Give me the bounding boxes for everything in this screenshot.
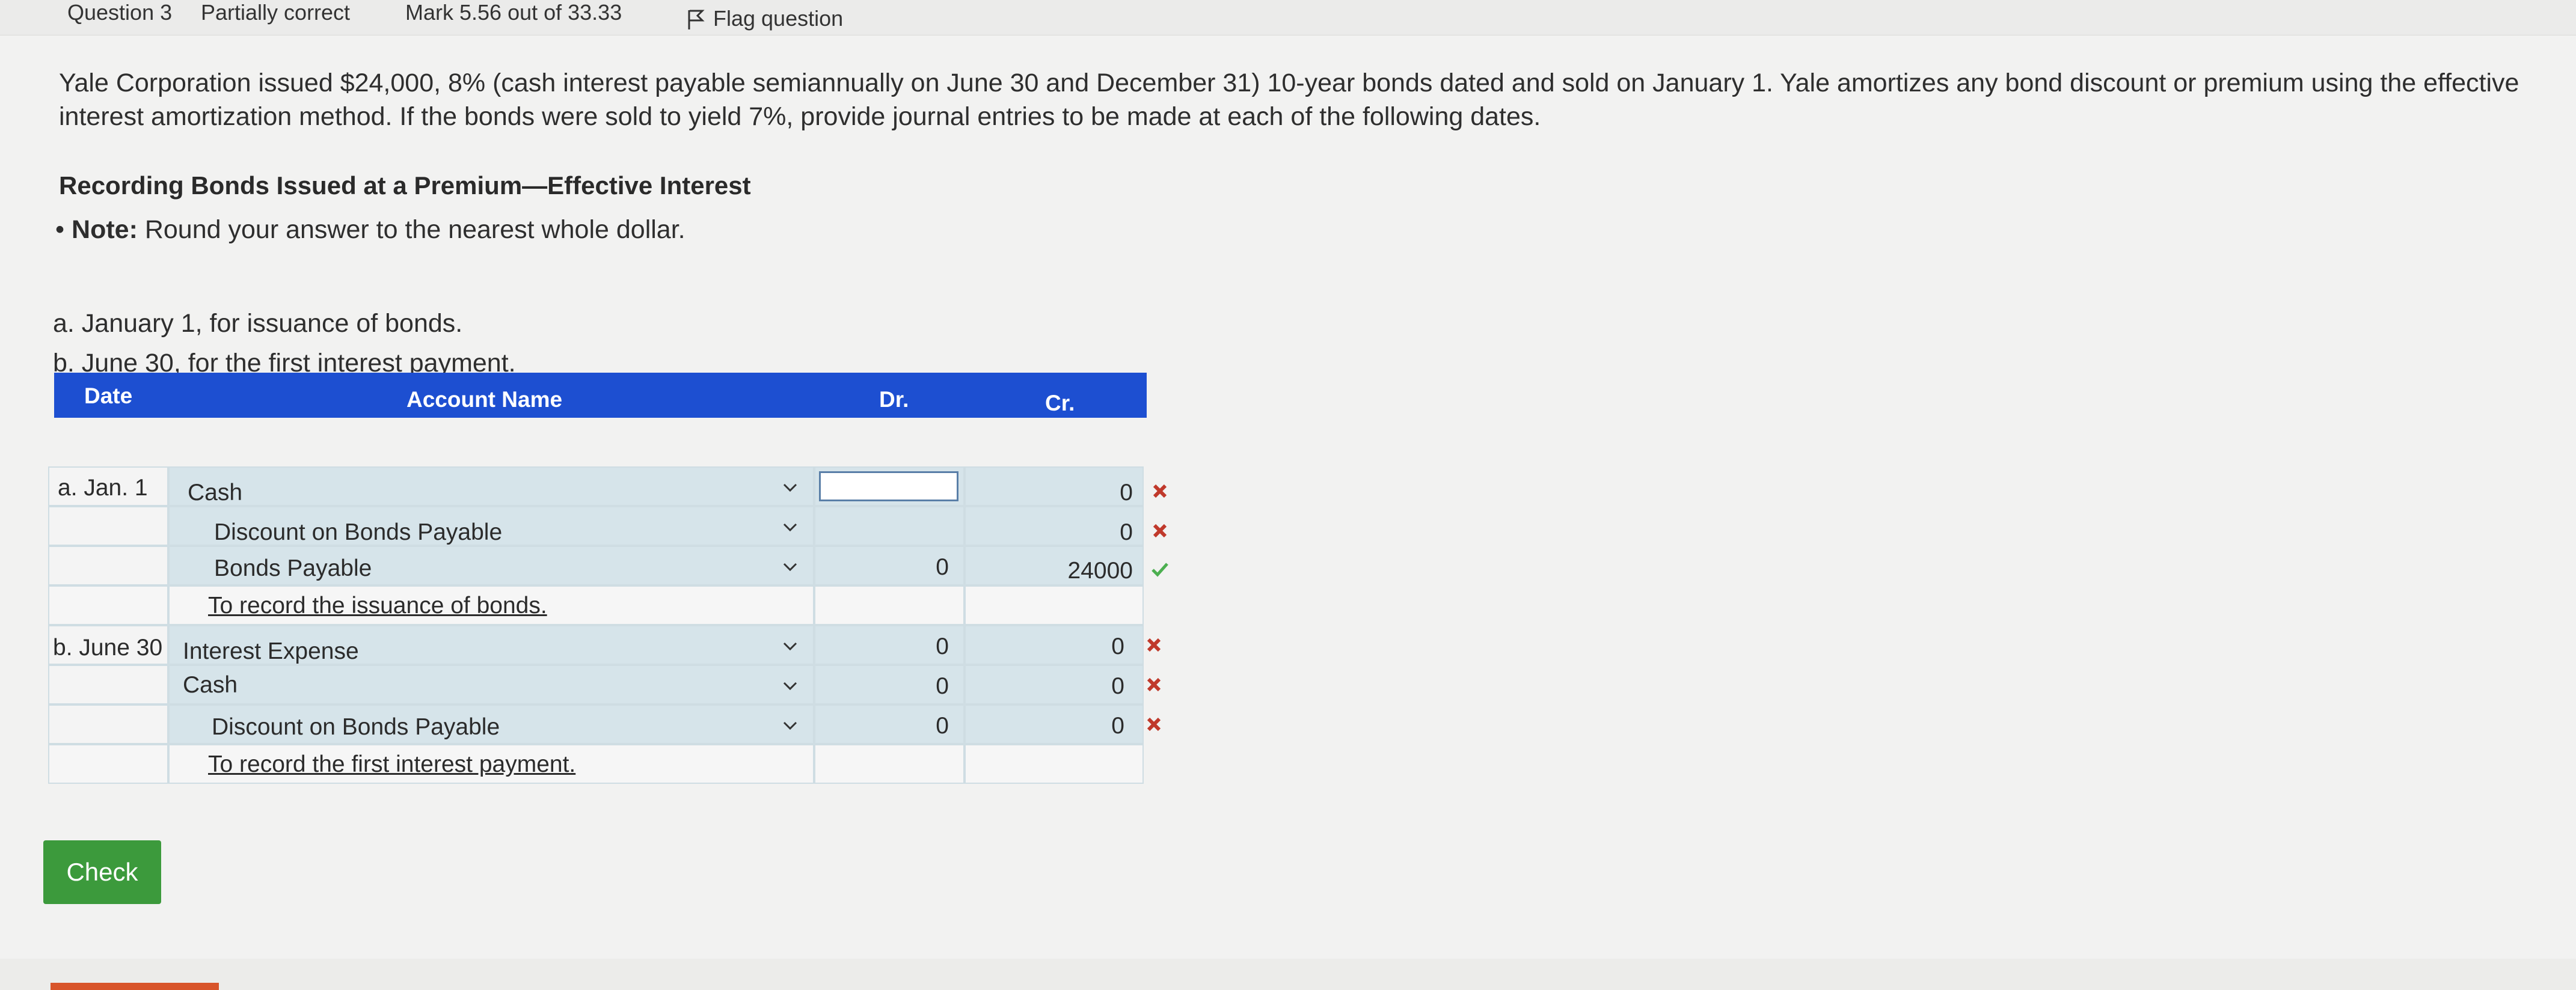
table-row: To record the first interest payment. [48,744,1144,784]
check-button[interactable]: Check [43,840,161,904]
x-icon [1147,638,1161,652]
date-label: b. June 30 [53,635,163,661]
account-name: Interest Expense [183,638,359,664]
debit-value: 0 [936,634,949,659]
x-icon [1153,484,1167,498]
table-row: Bonds Payable 0 24000 [48,546,1168,585]
header-cr: Cr. [1045,391,1075,415]
x-icon [1147,717,1161,732]
table-row: b. June 30 Interest Expense 0 0 [48,625,1161,665]
note-text: Round your answer to the nearest whole d… [144,215,685,244]
chevron-down-icon [783,563,797,572]
account-name: Discount on Bonds Payable [212,714,500,740]
account-name: Bonds Payable [214,555,372,581]
credit-value: 24000 [1067,558,1133,584]
credit-value: 0 [1111,673,1124,699]
flag-question-label: Flag question [713,6,844,31]
debit-input[interactable]: 0 [814,704,964,744]
credit-value: 0 [1120,480,1133,506]
credit-input[interactable]: 24000 [964,546,1144,585]
debit-cell [814,744,964,784]
table-header: Date Account Name Dr. Cr. [54,373,1147,418]
entry-description-cell: To record the issuance of bonds. [168,585,814,625]
chevron-down-icon [783,483,797,492]
question-number: Question 3 [67,0,173,25]
credit-input[interactable]: 0 [964,625,1144,665]
table-row: To record the issuance of bonds. [48,585,1144,625]
debit-input[interactable]: 0 [814,625,964,665]
bullet: • [55,215,65,244]
date-cell [48,665,168,704]
account-name: Cash [188,480,243,506]
account-select[interactable]: Bonds Payable [168,546,814,585]
account-name: Cash [183,672,238,698]
debit-input[interactable] [814,466,964,506]
date-cell [48,546,168,585]
date-cell: a. Jan. 1 [48,466,168,506]
credit-input[interactable]: 0 [964,466,1144,506]
debit-input[interactable]: 0 [814,665,964,704]
debit-value: 0 [936,554,949,580]
debit-input[interactable]: 0 [814,546,964,585]
credit-cell [964,744,1144,784]
credit-input[interactable]: 0 [964,506,1144,546]
note-label: Note: [72,215,138,244]
bottom-bar [0,959,2576,990]
account-select[interactable]: Discount on Bonds Payable [168,506,814,546]
credit-input[interactable]: 0 [964,665,1144,704]
account-select[interactable]: Cash [168,466,814,506]
task-list: a. January 1, for issuance of bonds. b. … [53,304,516,383]
question-status: Partially correct [201,0,351,25]
chevron-down-icon [783,523,797,532]
table-row: a. Jan. 1 Cash 0 [48,466,1167,506]
date-cell [48,585,168,625]
chevron-down-icon [783,721,797,730]
account-name: Discount on Bonds Payable [214,519,503,545]
debit-input-box[interactable] [819,471,958,501]
header-date: Date [84,383,133,408]
debit-cell [814,585,964,625]
header-dr: Dr. [879,387,909,412]
date-cell: b. June 30 [48,625,168,665]
header-account: Account Name [406,387,563,412]
credit-value: 0 [1120,519,1133,545]
entry-description: To record the issuance of bonds. [208,593,547,619]
task-item-a: a. January 1, for issuance of bonds. [53,309,463,338]
debit-input[interactable] [814,506,964,546]
question-heading: Recording Bonds Issued at a Premium—Effe… [59,171,751,200]
date-cell [48,744,168,784]
credit-cell [964,585,1144,625]
credit-value: 0 [1111,713,1124,739]
date-cell [48,506,168,546]
question-mark: Mark 5.56 out of 33.33 [405,0,622,25]
account-select[interactable]: Discount on Bonds Payable [168,704,814,744]
debit-value: 0 [936,673,949,699]
credit-input[interactable]: 0 [964,704,1144,744]
debit-value: 0 [936,713,949,739]
account-select[interactable]: Cash [168,665,814,704]
next-action-strip[interactable] [51,983,219,990]
chevron-down-icon [783,642,797,651]
entry-description-cell: To record the first interest payment. [168,744,814,784]
date-label: a. Jan. 1 [58,475,148,501]
flag-question-link[interactable]: Flag question [687,6,843,31]
date-cell [48,704,168,744]
note: • Note: Round your answer to the nearest… [55,215,685,245]
question-text: Yale Corporation issued $24,000, 8% (cas… [59,69,2519,131]
x-icon [1147,677,1161,692]
entry-description: To record the first interest payment. [208,751,576,777]
x-icon [1153,524,1167,538]
table-row: Cash 0 0 [48,665,1161,704]
table-row: Discount on Bonds Payable 0 0 [48,704,1161,744]
chevron-down-icon [783,682,797,691]
flag-icon [688,10,705,30]
account-select[interactable]: Interest Expense [168,625,814,665]
table-row: Discount on Bonds Payable 0 [48,506,1167,546]
question-info-bar: Question 3 Partially correct Mark 5.56 o… [0,0,2576,35]
credit-value: 0 [1111,634,1124,659]
check-icon [1152,563,1168,577]
